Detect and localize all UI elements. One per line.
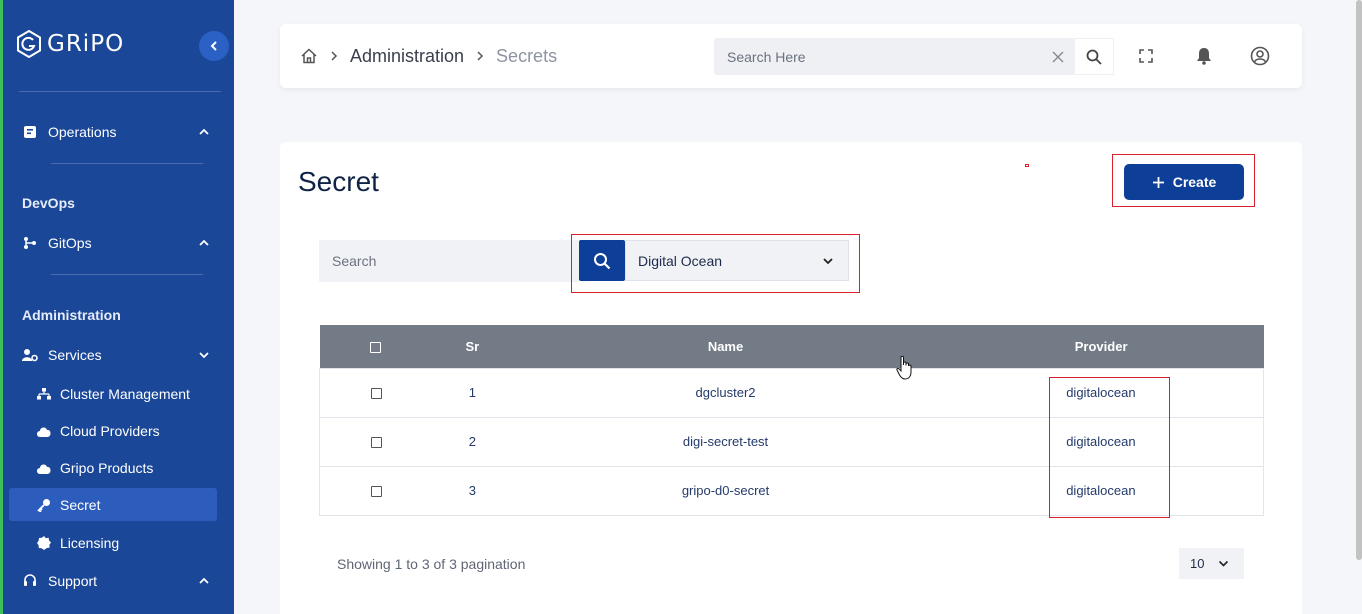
git-branch-icon — [21, 234, 39, 252]
chevron-down-icon — [1218, 560, 1229, 567]
cell-name[interactable]: dgcluster2 — [512, 367, 939, 417]
section-heading-devops: DevOps — [22, 195, 75, 211]
page-title: Secret — [298, 166, 379, 197]
provider-select[interactable]: Digital Ocean — [625, 240, 849, 281]
chevron-up-icon — [198, 577, 210, 585]
select-all-checkbox[interactable] — [370, 341, 382, 353]
sidebar-item-gripo-products[interactable]: Gripo Products — [36, 456, 153, 480]
secrets-table: Sr Name Provider 1 dgcluster2 digitaloce… — [319, 325, 1264, 516]
cloud-icon — [36, 423, 52, 439]
search-icon — [1086, 49, 1102, 65]
home-icon[interactable] — [300, 47, 318, 65]
chevron-up-icon — [198, 239, 210, 247]
cell-provider: digitalocean — [938, 367, 1264, 417]
scrollbar[interactable] — [1356, 0, 1362, 560]
chevron-left-icon — [210, 41, 217, 51]
sidebar-item-label: Support — [48, 573, 98, 589]
operations-icon — [21, 123, 39, 141]
search-button[interactable] — [579, 240, 625, 281]
logo-icon — [17, 30, 41, 58]
cell-name[interactable]: gripo-d0-secret — [512, 465, 939, 515]
sidebar-item-secret[interactable]: Secret — [36, 493, 100, 517]
cell-provider: digitalocean — [938, 416, 1264, 466]
collapse-sidebar-button[interactable] — [199, 31, 229, 61]
sidebar-item-gitops[interactable]: GitOps — [21, 231, 210, 255]
row-checkbox-cell — [319, 416, 433, 466]
table-row[interactable]: 3 gripo-d0-secret digitalocean — [319, 465, 1264, 515]
table-row[interactable]: 2 digi-secret-test digitalocean — [319, 416, 1264, 466]
plus-icon — [1152, 176, 1164, 188]
divider — [51, 163, 203, 164]
sidebar-item-label: Secret — [60, 497, 101, 513]
breadcrumb-current: Secrets — [496, 45, 558, 66]
sidebar-item-label: Services — [48, 347, 102, 363]
row-checkbox[interactable] — [370, 437, 382, 449]
global-search-button[interactable] — [1074, 38, 1114, 75]
sidebar-item-support[interactable]: Support — [21, 569, 210, 593]
sidebar-item-label: Cloud Providers — [60, 423, 160, 439]
cell-provider: digitalocean — [938, 465, 1264, 515]
sidebar-item-licensing[interactable]: Licensing — [36, 531, 119, 555]
headset-icon — [21, 572, 39, 590]
chevron-right-icon — [331, 51, 338, 61]
sidebar: GRiPO Operations DevOps GitOps Administr… — [0, 0, 234, 614]
section-heading-administration: Administration — [22, 307, 121, 323]
row-checkbox-cell — [319, 367, 433, 417]
search-icon — [594, 252, 611, 269]
sidebar-item-cluster-management[interactable]: Cluster Management — [36, 382, 190, 406]
row-checkbox-cell — [319, 465, 433, 515]
cell-name[interactable]: digi-secret-test — [512, 416, 939, 466]
sidebar-item-label: Operations — [48, 124, 117, 140]
sidebar-item-label: Cluster Management — [60, 386, 190, 402]
cell-sr: 2 — [432, 416, 513, 466]
column-header-provider[interactable]: Provider — [939, 325, 1264, 368]
select-all-cell — [320, 325, 433, 368]
row-checkbox[interactable] — [370, 388, 382, 400]
table-row[interactable]: 1 dgcluster2 digitalocean — [319, 367, 1264, 417]
page-size-select[interactable]: 10 — [1179, 548, 1244, 579]
bell-icon[interactable] — [1194, 46, 1214, 66]
chevron-up-icon — [198, 128, 210, 136]
sidebar-item-services[interactable]: Services — [21, 343, 210, 367]
chevron-right-icon — [477, 51, 484, 61]
cell-sr: 3 — [432, 465, 513, 515]
global-search — [714, 38, 1114, 75]
create-button-label: Create — [1172, 174, 1217, 190]
provider-select-value: Digital Ocean — [638, 252, 723, 269]
breadcrumb: Administration Secrets — [300, 24, 557, 88]
cloud-icon — [36, 460, 52, 476]
sidebar-item-cloud-providers[interactable]: Cloud Providers — [36, 419, 160, 443]
sitemap-icon — [36, 386, 52, 402]
divider — [51, 274, 203, 275]
sidebar-item-operations[interactable]: Operations — [21, 120, 210, 144]
key-icon — [36, 497, 52, 513]
sidebar-item-label: GitOps — [48, 235, 92, 251]
chevron-down-icon — [822, 257, 834, 265]
top-bar: Administration Secrets — [280, 24, 1302, 88]
chevron-down-icon — [198, 351, 210, 359]
column-header-name[interactable]: Name — [512, 325, 939, 368]
clear-icon[interactable] — [1042, 38, 1074, 75]
fullscreen-icon[interactable] — [1136, 46, 1156, 66]
row-checkbox[interactable] — [370, 486, 382, 498]
sidebar-item-label: Licensing — [60, 535, 120, 551]
app-logo[interactable]: GRiPO — [15, 30, 124, 58]
create-button[interactable]: Create — [1124, 164, 1244, 200]
cell-sr: 1 — [432, 367, 513, 417]
app-name: GRiPO — [47, 31, 125, 57]
certificate-icon — [36, 535, 52, 551]
sidebar-item-label: Gripo Products — [60, 460, 154, 476]
divider — [19, 91, 221, 92]
page-size-value: 10 — [1190, 556, 1205, 571]
secret-search-input[interactable] — [319, 240, 579, 282]
user-gear-icon — [21, 346, 39, 364]
hand-cursor-icon — [896, 355, 912, 380]
breadcrumb-administration[interactable]: Administration — [350, 46, 464, 67]
user-avatar-icon[interactable] — [1250, 46, 1270, 66]
column-header-sr[interactable]: Sr — [432, 325, 512, 368]
global-search-input[interactable] — [714, 38, 1042, 75]
search-field — [319, 240, 579, 282]
table-header-row: Sr Name Provider — [319, 325, 1264, 368]
pagination-info: Showing 1 to 3 of 3 pagination — [337, 556, 526, 572]
